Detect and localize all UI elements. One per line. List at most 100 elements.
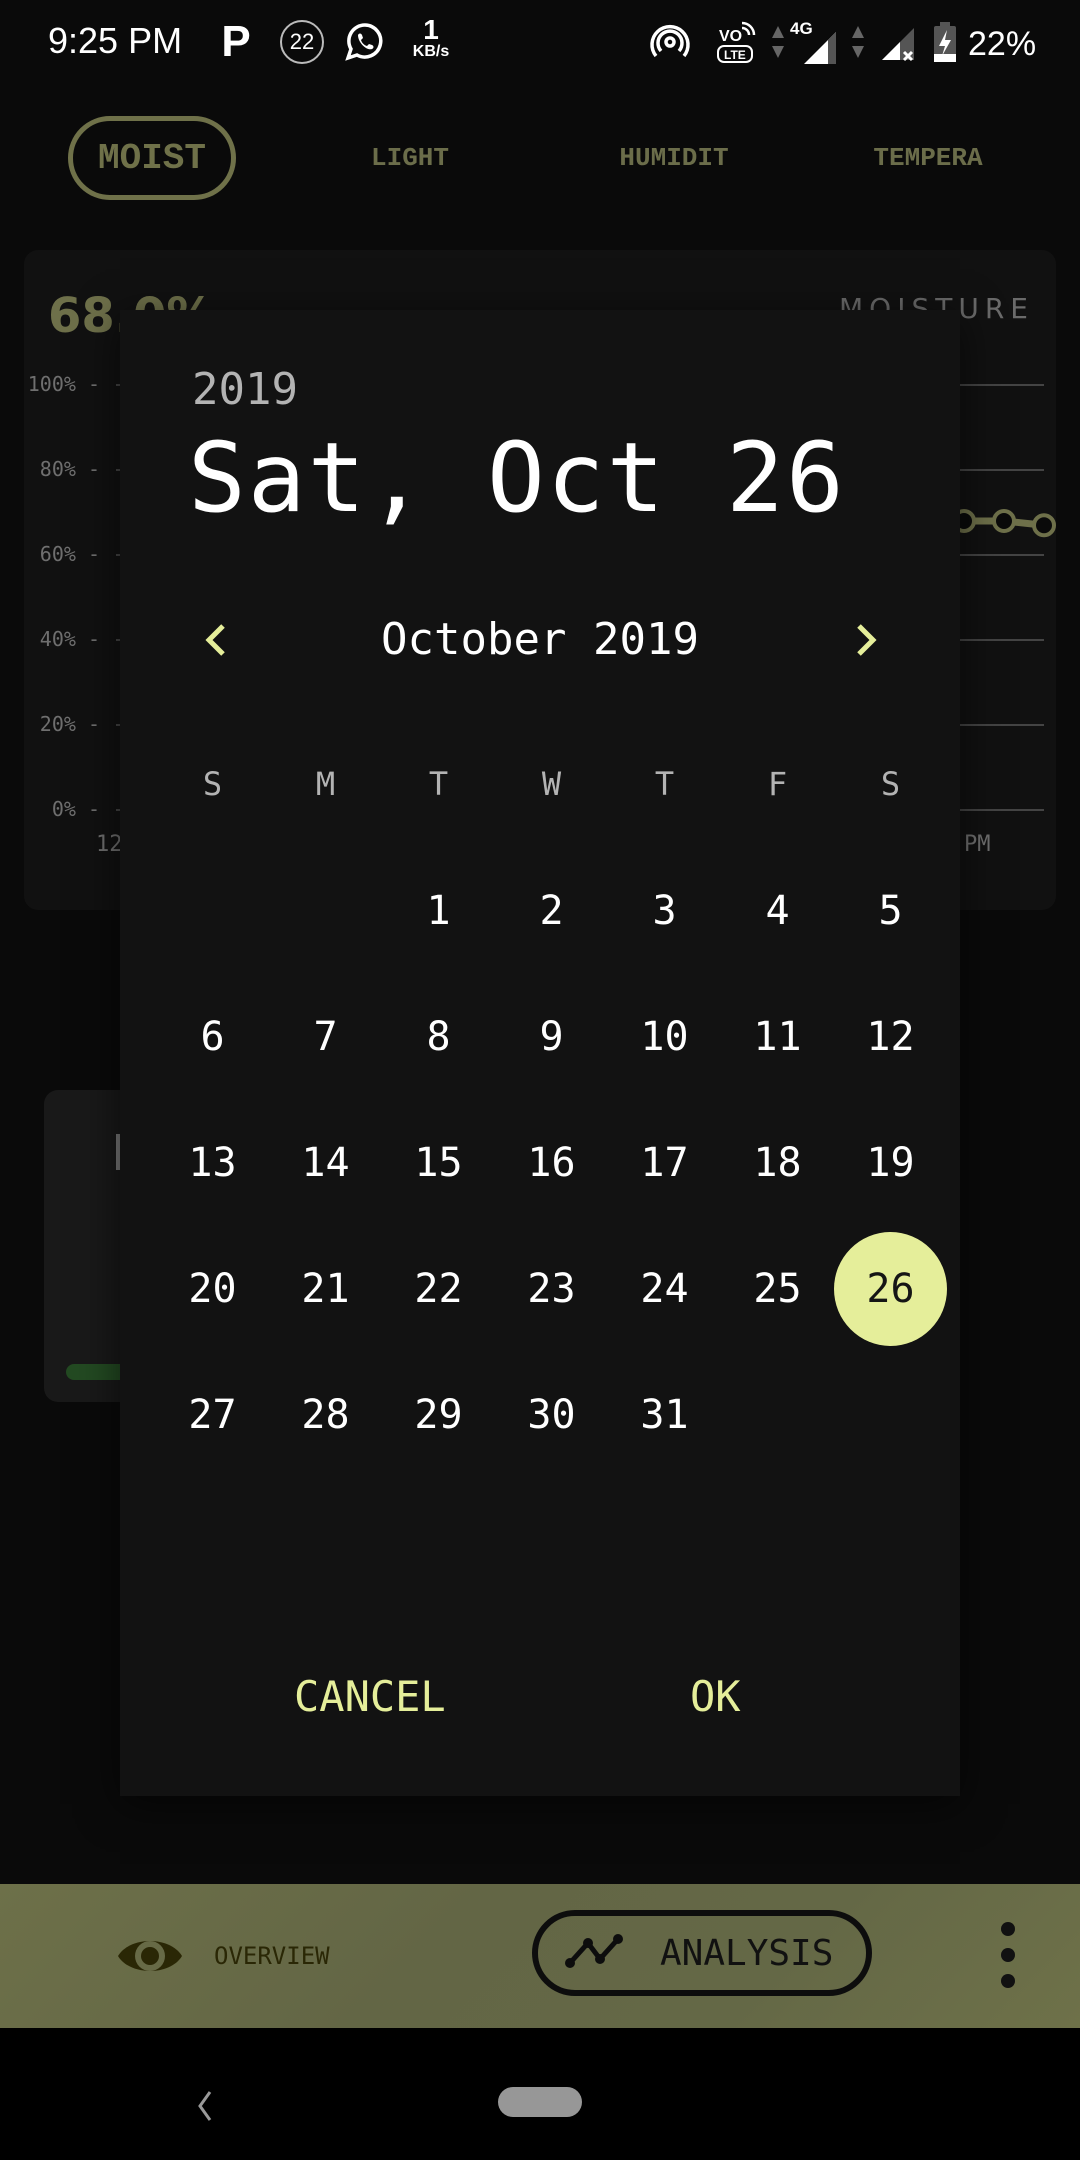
calendar-day[interactable]: 28 xyxy=(269,1352,382,1478)
calendar-day[interactable]: 27 xyxy=(156,1352,269,1478)
notification-count-icon: 22 xyxy=(280,20,324,64)
calendar-week-row: 27 28 29 30 31 xyxy=(156,1352,948,1478)
cancel-button[interactable]: CANCEL xyxy=(278,1662,462,1731)
calendar-day-label: 31 xyxy=(640,1392,689,1438)
net-speed-indicator: 1 KB/s xyxy=(406,14,456,62)
calendar-day-label: 13 xyxy=(188,1140,237,1186)
calendar-day[interactable]: 6 xyxy=(156,974,269,1100)
calendar-day[interactable]: 4 xyxy=(721,848,834,974)
calendar-day[interactable]: 22 xyxy=(382,1226,495,1352)
weekday-label: W xyxy=(541,765,562,803)
tab-moisture[interactable]: MOIST xyxy=(68,116,236,200)
analytics-line-icon xyxy=(565,1934,623,1968)
tab-temperature[interactable]: TEMPERA xyxy=(838,116,1018,200)
calendar-day-label: 4 xyxy=(765,888,790,934)
more-dot-icon xyxy=(1001,1948,1015,1962)
calendar-day[interactable]: 21 xyxy=(269,1226,382,1352)
more-dot-icon xyxy=(1001,1922,1015,1936)
calendar-day-label: 16 xyxy=(527,1140,576,1186)
battery-charging-icon xyxy=(930,18,960,66)
calendar-day[interactable]: 15 xyxy=(382,1100,495,1226)
calendar-empty-cell xyxy=(156,848,269,974)
calendar-day[interactable]: 19 xyxy=(834,1100,947,1226)
x-tick-label: PM xyxy=(964,832,991,857)
calendar-week-row: 13 14 15 16 17 18 19 xyxy=(156,1100,948,1226)
calendar-day[interactable]: 12 xyxy=(834,974,947,1100)
ok-button[interactable]: OK xyxy=(674,1662,757,1731)
svg-text:LTE: LTE xyxy=(724,48,746,62)
calendar-day[interactable]: 11 xyxy=(721,974,834,1100)
selected-date-header: Sat, Oct 26 xyxy=(188,422,846,534)
calendar-day[interactable]: 18 xyxy=(721,1100,834,1226)
volte-icon: VO LTE xyxy=(716,18,758,66)
net-speed-unit: KB/s xyxy=(412,43,450,60)
calendar-day[interactable]: 13 xyxy=(156,1100,269,1226)
y-tick-label: 60% - xyxy=(39,542,100,566)
calendar-day[interactable]: 9 xyxy=(495,974,608,1100)
calendar-day[interactable]: 20 xyxy=(156,1226,269,1352)
calendar-day[interactable]: 23 xyxy=(495,1226,608,1352)
calendar-day[interactable]: 16 xyxy=(495,1100,608,1226)
calendar-day-label: 12 xyxy=(866,1014,915,1060)
calendar-day-label: 11 xyxy=(753,1014,802,1060)
calendar-day[interactable]: 7 xyxy=(269,974,382,1100)
battery-percent: 22% xyxy=(968,24,1037,63)
calendar-day-label: 30 xyxy=(527,1392,576,1438)
calendar-day-label: 14 xyxy=(301,1140,350,1186)
calendar-day-label: 22 xyxy=(414,1266,463,1312)
calendar-empty-cell xyxy=(721,1352,834,1478)
calendar-day[interactable]: 30 xyxy=(495,1352,608,1478)
whatsapp-icon xyxy=(344,18,386,66)
calendar-empty-cell xyxy=(269,848,382,974)
weekday-label: T xyxy=(654,765,675,803)
calendar-day-label: 20 xyxy=(188,1266,237,1312)
data-activity-icon-2 xyxy=(850,18,866,66)
next-month-button[interactable] xyxy=(836,610,896,670)
signal-no-sim-icon xyxy=(880,18,920,66)
analysis-button[interactable]: ANALYSIS xyxy=(532,1910,872,1996)
calendar-day[interactable]: 3 xyxy=(608,848,721,974)
home-pill-button[interactable] xyxy=(498,2087,582,2117)
calendar-day[interactable]: 14 xyxy=(269,1100,382,1226)
calendar-day[interactable]: 2 xyxy=(495,848,608,974)
calendar-day-label: 1 xyxy=(426,888,451,934)
calendar-day-label: 10 xyxy=(640,1014,689,1060)
tab-humidity[interactable]: HUMIDIT xyxy=(584,116,764,200)
calendar-day-selected[interactable]: 26 xyxy=(834,1226,947,1352)
data-activity-icon xyxy=(770,18,786,66)
weekday-label: T xyxy=(428,765,449,803)
calendar-day-label: 23 xyxy=(527,1266,576,1312)
system-navigation-bar xyxy=(0,2028,1080,2160)
weekday-label: S xyxy=(202,765,223,803)
calendar-day[interactable]: 1 xyxy=(382,848,495,974)
calendar-day-label: 7 xyxy=(313,1014,338,1060)
more-options-button[interactable] xyxy=(990,1922,1026,1988)
calendar-day-label: 17 xyxy=(640,1140,689,1186)
calendar-day[interactable]: 25 xyxy=(721,1226,834,1352)
calendar-day[interactable]: 5 xyxy=(834,848,947,974)
eye-icon xyxy=(118,1941,182,1971)
calendar-day[interactable]: 8 xyxy=(382,974,495,1100)
calendar-day-label: 28 xyxy=(301,1392,350,1438)
svg-text:4G: 4G xyxy=(790,19,813,38)
calendar-day[interactable]: 17 xyxy=(608,1100,721,1226)
y-tick-label: 40% - xyxy=(39,627,100,651)
chevron-right-icon xyxy=(857,624,877,656)
calendar-day[interactable]: 24 xyxy=(608,1226,721,1352)
analysis-label: ANALYSIS xyxy=(660,1932,834,1974)
calendar-day-label: 18 xyxy=(753,1140,802,1186)
calendar-day-label: 3 xyxy=(652,888,677,934)
calendar-day[interactable]: 29 xyxy=(382,1352,495,1478)
weekday-label: S xyxy=(880,765,901,803)
tab-light[interactable]: LIGHT xyxy=(330,116,490,200)
calendar-day-label: 21 xyxy=(301,1266,350,1312)
calendar-day[interactable]: 31 xyxy=(608,1352,721,1478)
weekday-label: F xyxy=(767,765,788,803)
calendar-day[interactable]: 10 xyxy=(608,974,721,1100)
x-tick-label: 12 xyxy=(96,832,123,857)
calendar-day-label: 8 xyxy=(426,1014,451,1060)
overview-button[interactable]: OVERVIEW xyxy=(116,1924,330,1988)
calendar-day-label: 5 xyxy=(878,888,903,934)
year-selector[interactable]: 2019 xyxy=(192,364,298,415)
back-icon[interactable] xyxy=(190,2086,220,2126)
